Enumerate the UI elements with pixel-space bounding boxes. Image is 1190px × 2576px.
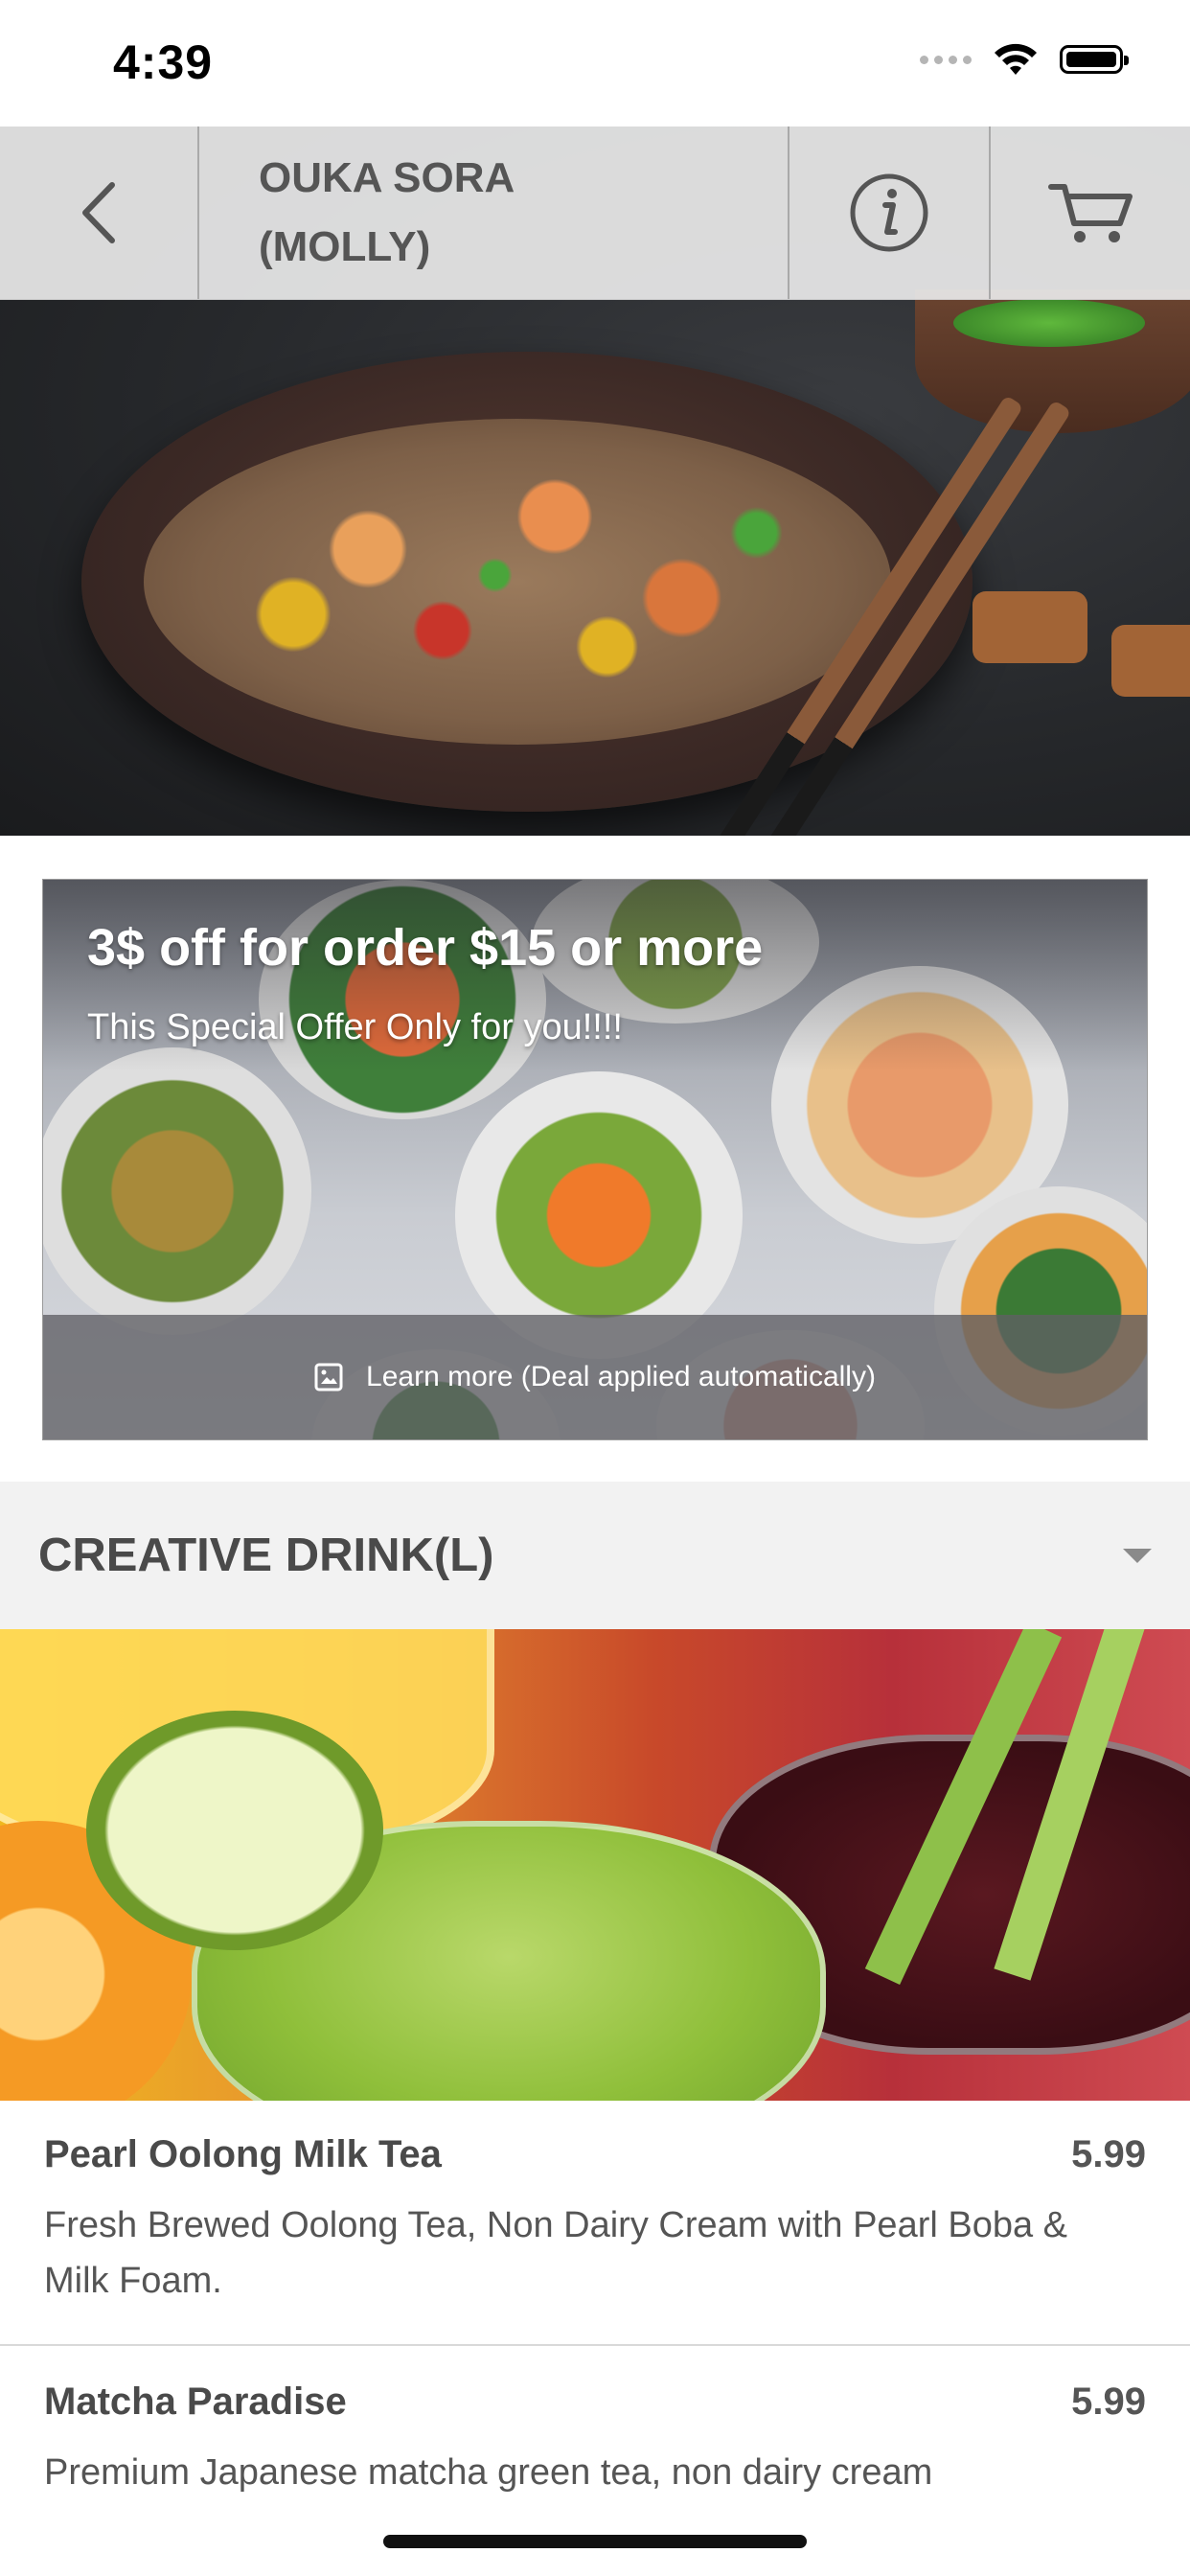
promo-banner[interactable]: 3$ off for order $15 or more This Specia… [42, 879, 1148, 1440]
menu-item-price: 5.99 [1071, 2133, 1146, 2175]
caret-down-icon [1123, 1548, 1152, 1563]
cart-icon [1048, 184, 1133, 242]
cart-button[interactable] [989, 126, 1190, 299]
cucumber-graphic [86, 1711, 383, 1950]
learn-more-link[interactable]: Learn more (Deal applied automatically) [43, 1315, 1147, 1439]
promo-food-image [43, 1047, 311, 1335]
divider [0, 2344, 1190, 2346]
noodles-graphic [144, 419, 891, 745]
learn-more-text: Learn more (Deal applied automatically) [366, 1361, 876, 1392]
top-nav: OUKA SORA (MOLLY) [0, 126, 1190, 300]
bottom-safe-area [0, 2492, 1190, 2576]
status-time: 4:39 [113, 35, 214, 89]
status-bar: 4:39 [0, 0, 1190, 126]
status-icons [920, 42, 1129, 77]
screen: 4:39 OUKA SORA (MOLLY) 3$ off for order … [0, 0, 1190, 2576]
restaurant-title-area: OUKA SORA (MOLLY) [199, 126, 788, 299]
category-title: CREATIVE DRINK(L) [38, 1530, 494, 1581]
menu-item[interactable]: Matcha Paradise 5.99 Premium Japanese ma… [0, 2380, 1190, 2500]
promo-subtitle: This Special Offer Only for you!!!! [87, 1007, 623, 1047]
wifi-icon [995, 43, 1037, 75]
menu-item[interactable]: Pearl Oolong Milk Tea 5.99 Fresh Brewed … [0, 2133, 1190, 2309]
home-indicator[interactable] [383, 2535, 807, 2548]
chopstick-rest [1111, 625, 1190, 697]
back-button[interactable] [0, 126, 199, 299]
info-button[interactable] [788, 126, 989, 299]
category-image [0, 1629, 1190, 2101]
chevron-left-icon [82, 182, 115, 243]
battery-icon [1060, 45, 1129, 74]
category-header[interactable]: CREATIVE DRINK(L) [0, 1482, 1190, 1629]
image-icon [314, 1363, 343, 1392]
menu-item-price: 5.99 [1071, 2380, 1146, 2423]
menu-item-description: Fresh Brewed Oolong Tea, Non Dairy Cream… [44, 2205, 1068, 2301]
promo-title: 3$ off for order $15 or more [87, 919, 764, 977]
restaurant-title: OUKA SORA (MOLLY) [259, 154, 514, 270]
signal-icon [920, 55, 972, 64]
menu-item-name: Pearl Oolong Milk Tea [44, 2133, 442, 2175]
info-icon [850, 173, 928, 252]
chopstick-rest [973, 591, 1087, 663]
menu-item-name: Matcha Paradise [44, 2380, 347, 2423]
